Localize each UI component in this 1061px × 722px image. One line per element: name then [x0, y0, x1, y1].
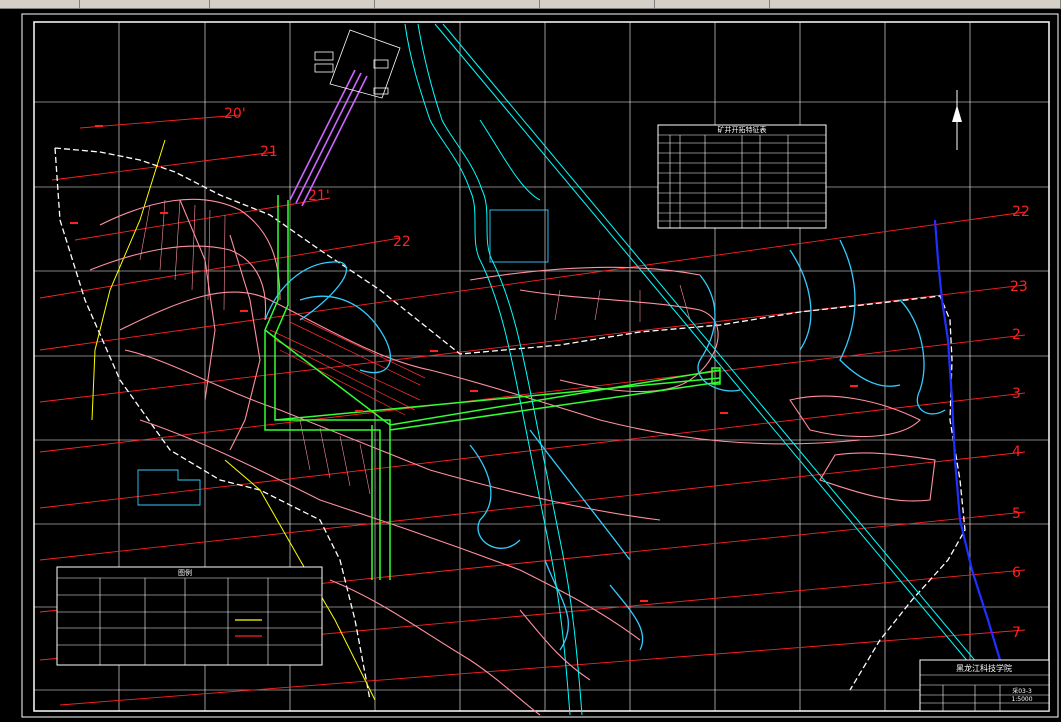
river [404, 23, 583, 716]
legend-box: 图例 [56, 566, 323, 666]
mine-characteristics-table: 矿井开拓特征表 [657, 124, 827, 229]
section-label: 23 [1010, 279, 1028, 295]
title-block: 黑龙江科技学院 采03-3 1:5000 [919, 659, 1050, 712]
drawing-number: 采03-3 [1012, 687, 1032, 695]
parcel-outline [489, 209, 549, 263]
section-label: 22 [1012, 204, 1030, 220]
north-arrow-icon [952, 90, 962, 150]
industrial-site [314, 29, 401, 99]
table-title: 矿井开拓特征表 [718, 125, 767, 134]
fault-line [91, 139, 166, 421]
toolbar-segment[interactable] [655, 0, 770, 8]
drawing-canvas[interactable]: 20' 21 21' 22 22 23 2 3 4 5 6 7 矿井开拓特征表 … [0, 9, 1061, 722]
section-label: 5 [1012, 506, 1021, 522]
section-label: 4 [1012, 444, 1021, 460]
section-label: 21' [308, 188, 330, 204]
section-label: 21 [260, 144, 278, 160]
parcel-outline [137, 469, 201, 506]
section-label: 22 [393, 234, 411, 250]
section-label: 6 [1012, 565, 1021, 581]
toolbar-segment[interactable] [80, 0, 210, 8]
section-label: 7 [1012, 625, 1021, 641]
toolbar-segment[interactable] [210, 0, 375, 8]
toolbar-segment[interactable] [770, 0, 1061, 8]
toolbar-segment[interactable] [540, 0, 655, 8]
scale: 1:5000 [1011, 696, 1032, 703]
section-label: 20' [224, 106, 246, 122]
inclined-shafts [289, 69, 368, 207]
toolbar-segment[interactable] [0, 0, 80, 8]
section-label: 2 [1012, 327, 1021, 343]
seam-hatching [139, 199, 691, 495]
goaf-hatching [269, 317, 426, 416]
legend-title: 图例 [178, 568, 192, 577]
institution-name: 黑龙江科技学院 [956, 663, 1012, 673]
toolbar-segment[interactable] [375, 0, 540, 8]
section-label: 3 [1012, 386, 1021, 402]
cad-toolbar [0, 0, 1061, 9]
